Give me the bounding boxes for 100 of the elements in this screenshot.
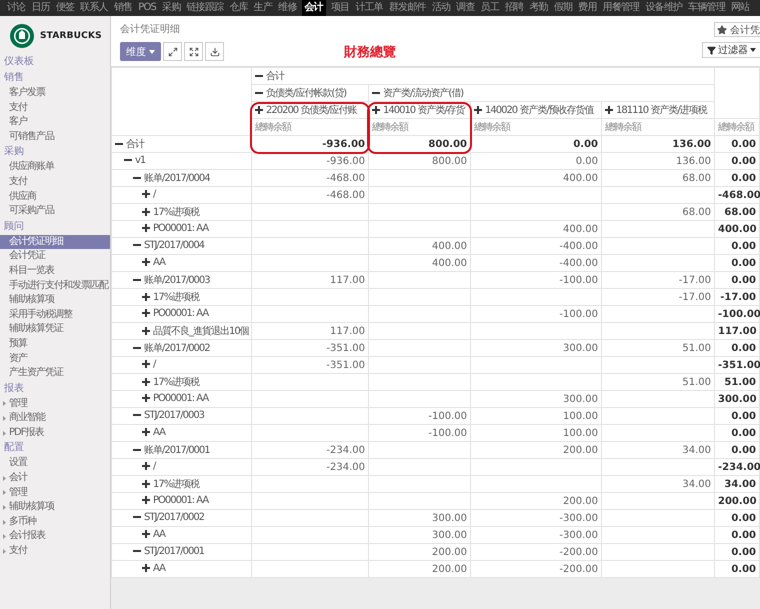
- row-header[interactable]: /: [142, 358, 156, 370]
- sidebar-item[interactable]: 辅助核算项: [0, 293, 110, 308]
- top-menu-item[interactable]: 联系人: [79, 0, 109, 16]
- top-menu-item[interactable]: 讨论: [6, 0, 26, 16]
- minus-icon[interactable]: [133, 344, 141, 352]
- plus-icon[interactable]: [142, 378, 150, 386]
- row-header[interactable]: /: [142, 188, 156, 200]
- plus-icon[interactable]: [142, 208, 150, 216]
- top-menu-item[interactable]: 计工单: [354, 0, 384, 16]
- sidebar-item[interactable]: 资产: [0, 352, 110, 366]
- top-menu-item[interactable]: 车辆管理: [687, 0, 726, 16]
- plus-icon[interactable]: [142, 293, 150, 301]
- minus-icon[interactable]: [255, 72, 263, 80]
- minus-icon[interactable]: [133, 446, 141, 454]
- sidebar-item[interactable]: 会计凭证: [0, 249, 110, 264]
- top-menu-item[interactable]: 仓库: [228, 0, 249, 16]
- top-menu-item[interactable]: 员工: [480, 0, 500, 16]
- sidebar-item[interactable]: 支付: [0, 174, 110, 190]
- row-header[interactable]: AA: [142, 528, 165, 540]
- top-menu-item[interactable]: 采购: [161, 0, 182, 16]
- sidebar-item[interactable]: 商业智能: [0, 411, 110, 426]
- plus-icon[interactable]: [255, 106, 263, 114]
- sidebar-item[interactable]: 可采购产品: [0, 204, 110, 219]
- table-cell: 200.00: [432, 564, 467, 574]
- row-header[interactable]: AA: [142, 426, 165, 438]
- sidebar-item[interactable]: 客户: [0, 115, 110, 130]
- minus-icon[interactable]: [255, 89, 263, 97]
- row-header[interactable]: AA: [142, 256, 165, 268]
- sidebar-item[interactable]: 支付: [0, 100, 110, 116]
- top-menu-item[interactable]: 费用: [577, 0, 598, 16]
- filter-button[interactable]: 过滤器: [702, 42, 760, 58]
- plus-icon[interactable]: [142, 360, 150, 368]
- sidebar-item[interactable]: 预算: [0, 336, 110, 352]
- sidebar-item[interactable]: 手动进行支付和发票匹配: [0, 278, 110, 294]
- plus-icon[interactable]: [142, 394, 150, 402]
- sidebar-item[interactable]: 会计凭证明细: [0, 234, 110, 250]
- sidebar-item[interactable]: 供应商: [0, 190, 110, 204]
- top-menu-item[interactable]: 销售: [112, 0, 134, 16]
- sidebar-item[interactable]: PDF报表: [0, 426, 110, 440]
- top-menu-item[interactable]: 维修: [277, 0, 298, 16]
- row-header[interactable]: 合计: [115, 137, 144, 151]
- top-menu-item[interactable]: 考勤: [528, 0, 549, 16]
- top-menu-item[interactable]: 调查: [455, 0, 476, 16]
- plus-icon[interactable]: [142, 496, 150, 504]
- sidebar-item[interactable]: 支付: [0, 544, 110, 559]
- sidebar-item[interactable]: 辅助核算项: [0, 500, 110, 515]
- sidebar-item[interactable]: 科目一览表: [0, 264, 110, 279]
- plus-icon[interactable]: [474, 106, 482, 114]
- expand-button[interactable]: [163, 42, 182, 61]
- column-header[interactable]: 合计: [255, 69, 284, 83]
- top-menu-item[interactable]: 用餐管理: [602, 0, 640, 16]
- plus-icon[interactable]: [142, 564, 150, 572]
- minus-icon[interactable]: [133, 174, 141, 182]
- plus-icon[interactable]: [142, 327, 150, 335]
- minus-icon[interactable]: [133, 276, 141, 284]
- sidebar-item[interactable]: 客户发票: [0, 86, 110, 101]
- plus-icon[interactable]: [142, 258, 150, 266]
- plus-icon[interactable]: [372, 106, 380, 114]
- row-header[interactable]: AA: [142, 562, 165, 574]
- top-menu-item[interactable]: POS: [137, 0, 158, 16]
- top-menu-item[interactable]: 假期: [552, 0, 574, 16]
- plus-icon[interactable]: [142, 190, 150, 198]
- fullscreen-button[interactable]: [184, 42, 203, 61]
- top-menu-item[interactable]: 招聘: [504, 0, 524, 16]
- sidebar-item[interactable]: 可销售产品: [0, 130, 110, 144]
- plus-icon[interactable]: [142, 530, 150, 538]
- top-menu-item[interactable]: 便签: [54, 0, 76, 16]
- sidebar-item[interactable]: 供应商账单: [0, 160, 110, 175]
- top-menu-item[interactable]: 活动: [430, 0, 452, 16]
- top-menu-item[interactable]: 会计: [302, 0, 326, 16]
- top-menu-item[interactable]: 项目: [330, 0, 350, 16]
- sidebar-item[interactable]: 会计: [0, 471, 110, 486]
- sidebar-item[interactable]: 会计报表: [0, 529, 110, 544]
- plus-icon[interactable]: [142, 480, 150, 488]
- top-menu-item[interactable]: 日历: [30, 0, 51, 16]
- favorite-button[interactable]: 会计凭: [714, 22, 760, 37]
- dimension-button[interactable]: 维度: [120, 42, 161, 61]
- diagonal-arrows-icon: [168, 46, 178, 56]
- top-menu-item[interactable]: 生产: [252, 0, 274, 16]
- sidebar-item[interactable]: 设置: [0, 456, 110, 472]
- top-menu-item[interactable]: 设备维护: [644, 0, 684, 16]
- top-menu-item[interactable]: 链接跟踪: [186, 0, 224, 16]
- plus-icon[interactable]: [605, 106, 613, 114]
- sidebar-item[interactable]: 采用手动税调整: [0, 308, 110, 322]
- plus-icon[interactable]: [142, 428, 150, 436]
- row-header[interactable]: v1: [124, 154, 146, 166]
- row-header[interactable]: /: [142, 460, 156, 472]
- download-button[interactable]: [205, 42, 224, 61]
- sidebar-item[interactable]: 产生资产凭证: [0, 366, 110, 381]
- sidebar-section-title: 顾问: [3, 220, 25, 234]
- sidebar-item[interactable]: 辅助核算凭证: [0, 322, 110, 337]
- plus-icon[interactable]: [142, 224, 150, 232]
- sidebar-item[interactable]: 管理: [0, 486, 110, 500]
- top-menu-item[interactable]: 群发邮件: [388, 0, 427, 16]
- sidebar-item[interactable]: 多币种: [0, 514, 110, 530]
- top-menu-item[interactable]: 网站: [730, 0, 750, 16]
- minus-icon[interactable]: [372, 89, 380, 97]
- sidebar-item[interactable]: 管理: [0, 396, 110, 412]
- plus-icon[interactable]: [142, 462, 150, 470]
- plus-icon[interactable]: [142, 309, 150, 318]
